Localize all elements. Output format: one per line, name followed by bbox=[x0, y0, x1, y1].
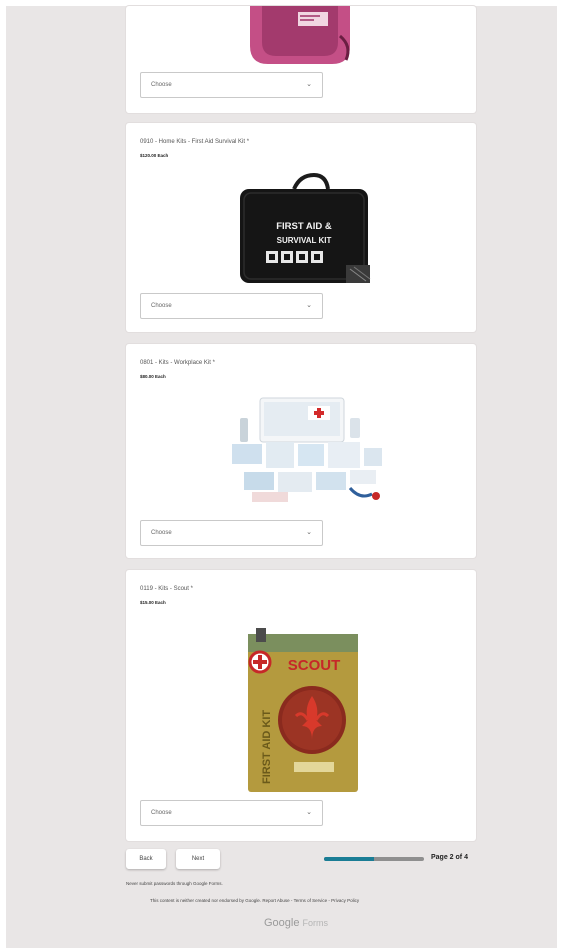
chevron-down-icon: ⌄ bbox=[306, 302, 312, 309]
page-edge-left bbox=[0, 0, 6, 948]
question-price: $80.00 Each bbox=[140, 374, 166, 379]
question-card-first-aid-pink: Choose ⌄ bbox=[126, 6, 476, 113]
chevron-down-icon: ⌄ bbox=[306, 81, 312, 88]
terms-link[interactable]: Terms of Service bbox=[294, 898, 328, 903]
select-value: Choose bbox=[151, 530, 172, 536]
forms-wordmark: Forms bbox=[302, 918, 329, 928]
password-warning: Never submit passwords through Google Fo… bbox=[126, 881, 223, 886]
question-title: 0910 - Home Kits - First Aid Survival Ki… bbox=[140, 139, 250, 145]
progress-bar bbox=[324, 857, 424, 861]
page-edge-right bbox=[557, 0, 561, 948]
question-title: 0119 - Kits - Scout * bbox=[140, 586, 193, 592]
survival-kit-print-2: SURVIVAL KIT bbox=[277, 236, 332, 245]
scout-print-side: FIRST AID KIT bbox=[261, 710, 273, 784]
select-value: Choose bbox=[151, 82, 172, 88]
google-wordmark: Google bbox=[264, 917, 300, 929]
scout-print-title: SCOUT bbox=[288, 657, 341, 674]
quantity-select[interactable]: Choose ⌄ bbox=[140, 293, 323, 319]
question-card-workplace-kit: 0801 - Kits - Workplace Kit * $80.00 Eac… bbox=[126, 344, 476, 558]
quantity-select[interactable]: Choose ⌄ bbox=[140, 800, 323, 826]
quantity-select[interactable]: Choose ⌄ bbox=[140, 72, 323, 98]
google-forms-logo[interactable]: Google Forms bbox=[264, 917, 328, 929]
quantity-select[interactable]: Choose ⌄ bbox=[140, 520, 323, 546]
privacy-link[interactable]: Privacy Policy bbox=[331, 898, 359, 903]
workplace-kit-image bbox=[222, 392, 390, 512]
select-value: Choose bbox=[151, 810, 172, 816]
pink-first-aid-bag-image bbox=[240, 6, 360, 65]
question-card-scout-kit: 0119 - Kits - Scout * $15.00 Each SCOUT … bbox=[126, 570, 476, 841]
footer-links: This content is neither created nor endo… bbox=[150, 898, 359, 903]
progress-fill bbox=[324, 857, 374, 861]
link-separator: - bbox=[290, 898, 293, 903]
question-card-survival-kit: 0910 - Home Kits - First Aid Survival Ki… bbox=[126, 123, 476, 332]
link-separator: - bbox=[328, 898, 330, 903]
page-indicator: Page 2 of 4 bbox=[431, 854, 468, 861]
question-title: 0801 - Kits - Workplace Kit * bbox=[140, 360, 215, 366]
chevron-down-icon: ⌄ bbox=[306, 809, 312, 816]
next-button[interactable]: Next bbox=[176, 849, 220, 869]
select-value: Choose bbox=[151, 303, 172, 309]
report-abuse-link[interactable]: Report Abuse bbox=[262, 898, 289, 903]
chevron-down-icon: ⌄ bbox=[306, 529, 312, 536]
survival-kit-print-1: FIRST AID & bbox=[276, 221, 332, 232]
question-price: $120.00 Each bbox=[140, 153, 169, 158]
survival-kit-image: FIRST AID & SURVIVAL KIT bbox=[236, 171, 374, 285]
question-price: $15.00 Each bbox=[140, 600, 166, 605]
disclaimer-text: This content is neither created nor endo… bbox=[150, 898, 262, 903]
back-button[interactable]: Back bbox=[126, 849, 166, 869]
scout-kit-image: SCOUT FIRST AID KIT bbox=[236, 624, 370, 794]
